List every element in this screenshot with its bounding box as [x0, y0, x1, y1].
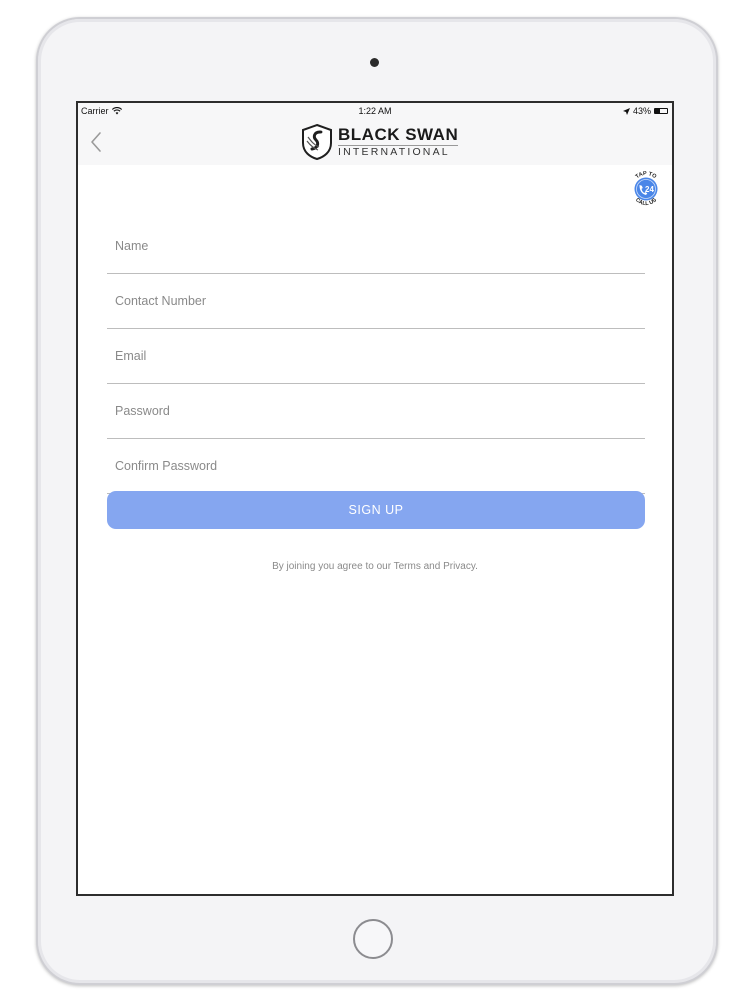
signup-form: [107, 219, 645, 494]
app-screen: Carrier 1:22 AM 43% BLACK SWAN INTERNATI…: [76, 101, 674, 896]
navigation-bar: BLACK SWAN INTERNATIONAL: [78, 119, 672, 165]
name-field: [107, 219, 645, 274]
badge-number: 24: [645, 185, 654, 194]
brand-name: BLACK SWAN: [338, 125, 459, 145]
status-time: 1:22 AM: [358, 106, 392, 116]
name-input[interactable]: [107, 231, 645, 261]
swan-shield-icon: [302, 123, 332, 161]
contact-number-field: [107, 274, 645, 329]
chevron-left-icon[interactable]: [88, 131, 106, 153]
battery-percent: 43%: [632, 106, 651, 116]
front-camera: [370, 58, 379, 67]
battery-icon: [654, 108, 668, 114]
location-arrow-icon: [622, 107, 630, 115]
home-button[interactable]: [353, 919, 393, 959]
confirm-password-input[interactable]: [107, 451, 645, 481]
sign-up-button[interactable]: SIGN UP: [107, 491, 645, 529]
password-field: [107, 384, 645, 439]
brand-logo: BLACK SWAN INTERNATIONAL: [300, 123, 459, 161]
brand-subtitle: INTERNATIONAL: [338, 145, 459, 158]
password-input[interactable]: [107, 396, 645, 426]
confirm-password-field: [107, 439, 645, 494]
email-field: [107, 329, 645, 384]
status-right: 43%: [622, 106, 668, 116]
terms-text[interactable]: By joining you agree to our Terms and Pr…: [78, 561, 672, 572]
contact-number-input[interactable]: [107, 286, 645, 316]
tap-to-call-badge[interactable]: TAP TO 24 CALL US: [627, 167, 665, 211]
brand-logo-text: BLACK SWAN INTERNATIONAL: [338, 125, 459, 158]
battery-fill: [655, 109, 661, 113]
status-bar: Carrier 1:22 AM 43%: [78, 103, 672, 119]
email-input[interactable]: [107, 341, 645, 371]
